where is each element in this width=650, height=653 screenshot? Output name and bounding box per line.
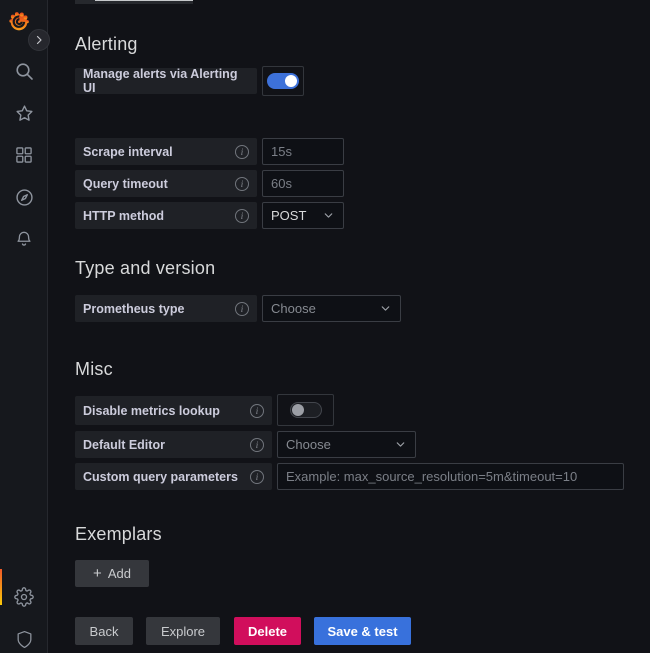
grafana-datasource-settings: Alerting Manage alerts via Alerting UI S… (0, 0, 650, 653)
query-timeout-input[interactable] (271, 176, 335, 191)
gear-icon (14, 587, 34, 607)
scrape-interval-input[interactable] (271, 144, 335, 159)
chevron-down-icon (322, 209, 335, 222)
chevron-down-icon (379, 302, 392, 315)
delete-button[interactable]: Delete (234, 617, 301, 645)
default-editor-label: Default Editori (75, 431, 272, 458)
section-title-type-version: Type and version (75, 258, 215, 279)
custom-query-parameters-input[interactable] (286, 469, 615, 484)
query-timeout-field (262, 170, 344, 197)
disable-metrics-lookup-toggle[interactable] (277, 394, 334, 426)
info-icon[interactable]: i (250, 404, 264, 418)
scrape-interval-label: Scrape intervali (75, 138, 257, 165)
info-icon[interactable]: i (235, 145, 249, 159)
explore-button[interactable]: Explore (146, 617, 220, 645)
add-exemplar-button[interactable]: + Add (75, 560, 149, 587)
info-icon[interactable]: i (235, 209, 249, 223)
sidebar-item-dashboards[interactable] (0, 135, 48, 175)
bell-icon (14, 229, 34, 249)
add-button-label: Add (108, 566, 131, 581)
custom-query-parameters-field (277, 463, 624, 490)
grafana-logo-icon[interactable] (6, 8, 32, 34)
chevron-down-icon (394, 438, 407, 451)
search-icon (14, 61, 34, 81)
manage-alerts-toggle[interactable] (262, 66, 304, 96)
disable-metrics-lookup-label: Disable metrics lookupi (75, 396, 272, 425)
save-and-test-button[interactable]: Save & test (314, 617, 411, 645)
sidebar (0, 0, 48, 653)
clipped-element-top (75, 0, 193, 4)
info-icon[interactable]: i (250, 470, 264, 484)
sidebar-item-search[interactable] (0, 51, 48, 91)
sidebar-item-explore[interactable] (0, 177, 48, 217)
toggle-on-pill (267, 73, 299, 89)
section-title-alerting: Alerting (75, 34, 138, 55)
manage-alerts-label: Manage alerts via Alerting UI (75, 68, 257, 94)
default-editor-select[interactable]: Choose (277, 431, 416, 458)
plus-icon: + (93, 566, 102, 581)
star-icon (14, 103, 35, 124)
sidebar-item-starred[interactable] (0, 93, 48, 133)
section-title-misc: Misc (75, 359, 113, 380)
back-button[interactable]: Back (75, 617, 133, 645)
prometheus-type-label: Prometheus typei (75, 295, 257, 322)
compass-icon (14, 187, 35, 208)
sidebar-item-alerting[interactable] (0, 219, 48, 259)
query-timeout-label: Query timeouti (75, 170, 257, 197)
info-icon[interactable]: i (250, 438, 264, 452)
scrape-interval-field (262, 138, 344, 165)
custom-query-parameters-label: Custom query parametersi (75, 463, 272, 490)
info-icon[interactable]: i (235, 302, 249, 316)
sidebar-item-configuration[interactable] (0, 577, 48, 617)
sidebar-expand-button[interactable] (28, 29, 50, 51)
shield-icon (15, 630, 34, 649)
toggle-off-pill (290, 402, 322, 418)
settings-form: Alerting Manage alerts via Alerting UI S… (49, 0, 650, 653)
prometheus-type-select[interactable]: Choose (262, 295, 401, 322)
sidebar-item-admin[interactable] (0, 619, 48, 653)
info-icon[interactable]: i (235, 177, 249, 191)
chevron-right-icon (33, 34, 45, 46)
http-method-select[interactable]: POST (262, 202, 344, 229)
section-title-exemplars: Exemplars (75, 524, 162, 545)
apps-grid-icon (14, 145, 34, 165)
http-method-label: HTTP methodi (75, 202, 257, 229)
